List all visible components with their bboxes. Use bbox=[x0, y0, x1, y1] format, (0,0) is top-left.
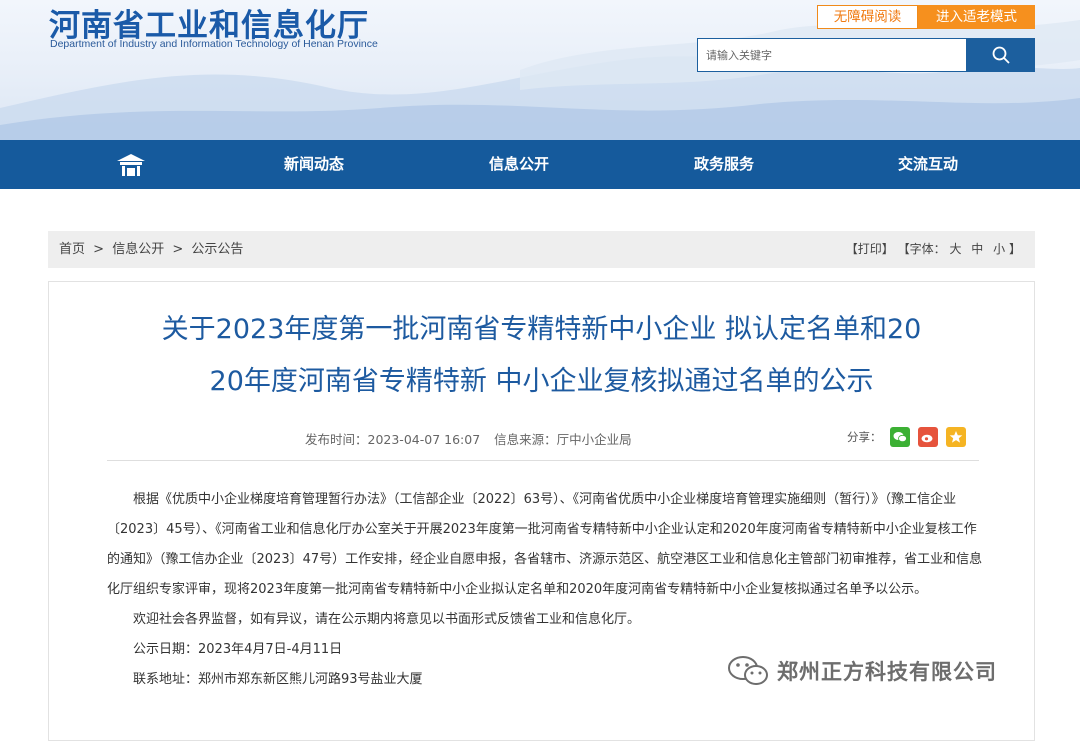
search-icon bbox=[992, 46, 1010, 64]
article-meta: 发布时间：2023-04-07 16:07 信息来源：厅中小企业局 bbox=[305, 429, 642, 448]
article-title-line1: 关于2023年度第一批河南省专精特新中小企业 拟认定名单和20 bbox=[161, 314, 922, 345]
breadcrumb-info-public[interactable]: 信息公开 bbox=[112, 242, 164, 257]
elder-mode-button[interactable]: 进入适老模式 bbox=[918, 5, 1035, 29]
watermark: 郑州正方科技有限公司 bbox=[727, 654, 997, 688]
qzone-icon[interactable] bbox=[945, 427, 966, 447]
font-size-small[interactable]: 小 bbox=[993, 242, 1005, 256]
breadcrumb: 首页 > 信息公开 > 公示公告 【打印】 【字体： 大 中 小 】 bbox=[48, 231, 1035, 268]
share-label: 分享： bbox=[847, 430, 882, 444]
breadcrumb-home[interactable]: 首页 bbox=[59, 242, 85, 257]
font-size-large[interactable]: 大 bbox=[949, 242, 961, 256]
accessibility-button[interactable]: 无障碍阅读 bbox=[817, 5, 918, 29]
breadcrumb-announcements[interactable]: 公示公告 bbox=[191, 242, 243, 257]
weibo-icon[interactable] bbox=[917, 427, 938, 447]
article-title-line2: 20年度河南省专精特新 中小企业复核拟通过名单的公示 bbox=[209, 366, 874, 397]
paragraph: 根据《优质中小企业梯度培育管理暂行办法》（工信部企业〔2022〕63号）、《河南… bbox=[107, 492, 983, 597]
site-header: 河南省工业和信息化厅 Department of Industry and In… bbox=[0, 0, 1080, 140]
print-link[interactable]: 【打印】 bbox=[846, 242, 894, 256]
share-bar: 分享： bbox=[847, 427, 966, 447]
main-nav: 新闻动态 信息公开 政务服务 交流互动 bbox=[0, 140, 1080, 189]
home-icon[interactable] bbox=[116, 152, 146, 178]
info-source: 信息来源：厅中小企业局 bbox=[494, 432, 632, 447]
wechat-icon bbox=[728, 656, 768, 685]
nav-item-gov-service[interactable]: 政务服务 bbox=[694, 140, 754, 189]
wechat-icon[interactable] bbox=[889, 427, 910, 447]
divider bbox=[107, 460, 979, 461]
nav-item-interaction[interactable]: 交流互动 bbox=[898, 140, 958, 189]
breadcrumb-separator: > bbox=[172, 242, 184, 257]
font-size-medium[interactable]: 中 bbox=[971, 242, 983, 256]
nav-item-news[interactable]: 新闻动态 bbox=[284, 140, 344, 189]
search-input[interactable] bbox=[698, 39, 966, 71]
nav-item-info-public[interactable]: 信息公开 bbox=[489, 140, 549, 189]
search-box bbox=[697, 38, 967, 72]
site-subtitle: Department of Industry and Information T… bbox=[50, 38, 378, 50]
font-size-close: 】 bbox=[1008, 242, 1021, 256]
paragraph: 欢迎社会各界监督，如有异议，请在公示期内将意见以书面形式反馈省工业和信息化厅。 bbox=[133, 612, 641, 627]
breadcrumb-separator: > bbox=[93, 242, 105, 257]
search-button[interactable] bbox=[966, 38, 1035, 72]
article-title: 关于2023年度第一批河南省专精特新中小企业 拟认定名单和20 20年度河南省专… bbox=[49, 307, 1034, 404]
font-size-label: 【字体： bbox=[897, 242, 946, 256]
publish-time: 发布时间：2023-04-07 16:07 bbox=[305, 432, 481, 447]
watermark-text: 郑州正方科技有限公司 bbox=[777, 660, 997, 684]
